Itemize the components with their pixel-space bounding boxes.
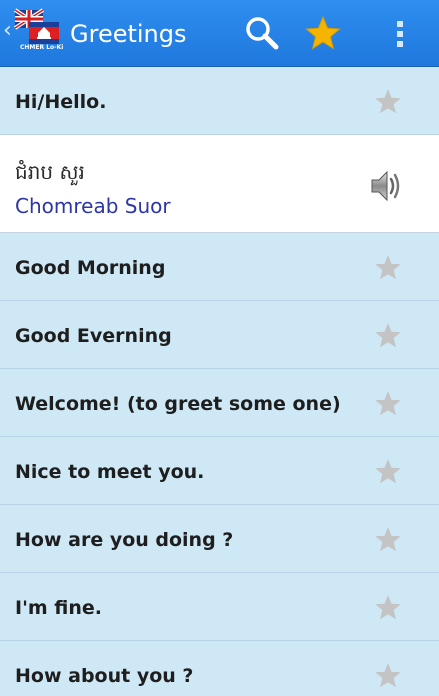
star-icon (375, 255, 401, 280)
list-item[interactable]: Hi/Hello. (0, 67, 439, 135)
star-icon (375, 89, 401, 114)
phrase-label: How are you doing ? (15, 529, 234, 551)
phrase-list: Hi/Hello. ជំរាប សួរ Chomreab Suor Good M… (0, 67, 439, 696)
overflow-menu-button[interactable] (385, 13, 415, 55)
phrase-label: Welcome! (to greet some one) (15, 393, 341, 415)
logo-caption: CHMER Lo-Ki (20, 44, 64, 51)
overflow-menu-icon (397, 21, 403, 47)
favorite-toggle[interactable] (373, 661, 403, 691)
star-icon (375, 663, 401, 688)
phrase-label: I'm fine. (15, 597, 103, 619)
phrase-label: Good Morning (15, 257, 166, 279)
back-chevron-icon[interactable]: ‹ (3, 20, 13, 42)
phrase-label: Good Everning (15, 325, 172, 347)
star-icon (375, 323, 401, 348)
list-item[interactable]: How are you doing ? (0, 505, 439, 573)
list-item-selected[interactable]: ជំរាប សួរ Chomreab Suor (0, 135, 439, 233)
favorite-toggle[interactable] (373, 389, 403, 419)
favorite-toggle[interactable] (373, 593, 403, 623)
favorite-toggle[interactable] (373, 525, 403, 555)
phrase-label: Nice to meet you. (15, 461, 205, 483)
star-icon (375, 595, 401, 620)
favorite-toggle[interactable] (373, 457, 403, 487)
play-audio-button[interactable] (366, 166, 406, 206)
list-item[interactable]: Good Everning (0, 301, 439, 369)
list-item[interactable]: I'm fine. (0, 573, 439, 641)
search-icon (246, 17, 279, 50)
favorite-toggle[interactable] (373, 321, 403, 351)
favorite-toggle[interactable] (373, 253, 403, 283)
list-item[interactable]: Good Morning (0, 233, 439, 301)
star-icon (375, 459, 401, 484)
speaker-icon (371, 170, 400, 202)
page-title: Greetings (70, 20, 187, 48)
list-item[interactable]: Nice to meet you. (0, 437, 439, 505)
khmer-phrase: ជំរាប សួរ (15, 160, 85, 184)
list-item[interactable]: Welcome! (to greet some one) (0, 369, 439, 437)
search-button[interactable] (242, 13, 282, 55)
phrase-label: Hi/Hello. (15, 91, 107, 113)
phrase-label: How about you ? (15, 665, 194, 687)
star-icon (305, 15, 341, 50)
romanized-phrase: Chomreab Suor (15, 194, 171, 218)
star-icon (375, 527, 401, 552)
app-bar: ‹ CHMER Lo-Ki Greetings (0, 0, 439, 67)
star-icon (375, 391, 401, 416)
favorites-button[interactable] (303, 13, 343, 55)
favorite-toggle[interactable] (373, 87, 403, 117)
list-item[interactable]: How about you ? (0, 641, 439, 696)
